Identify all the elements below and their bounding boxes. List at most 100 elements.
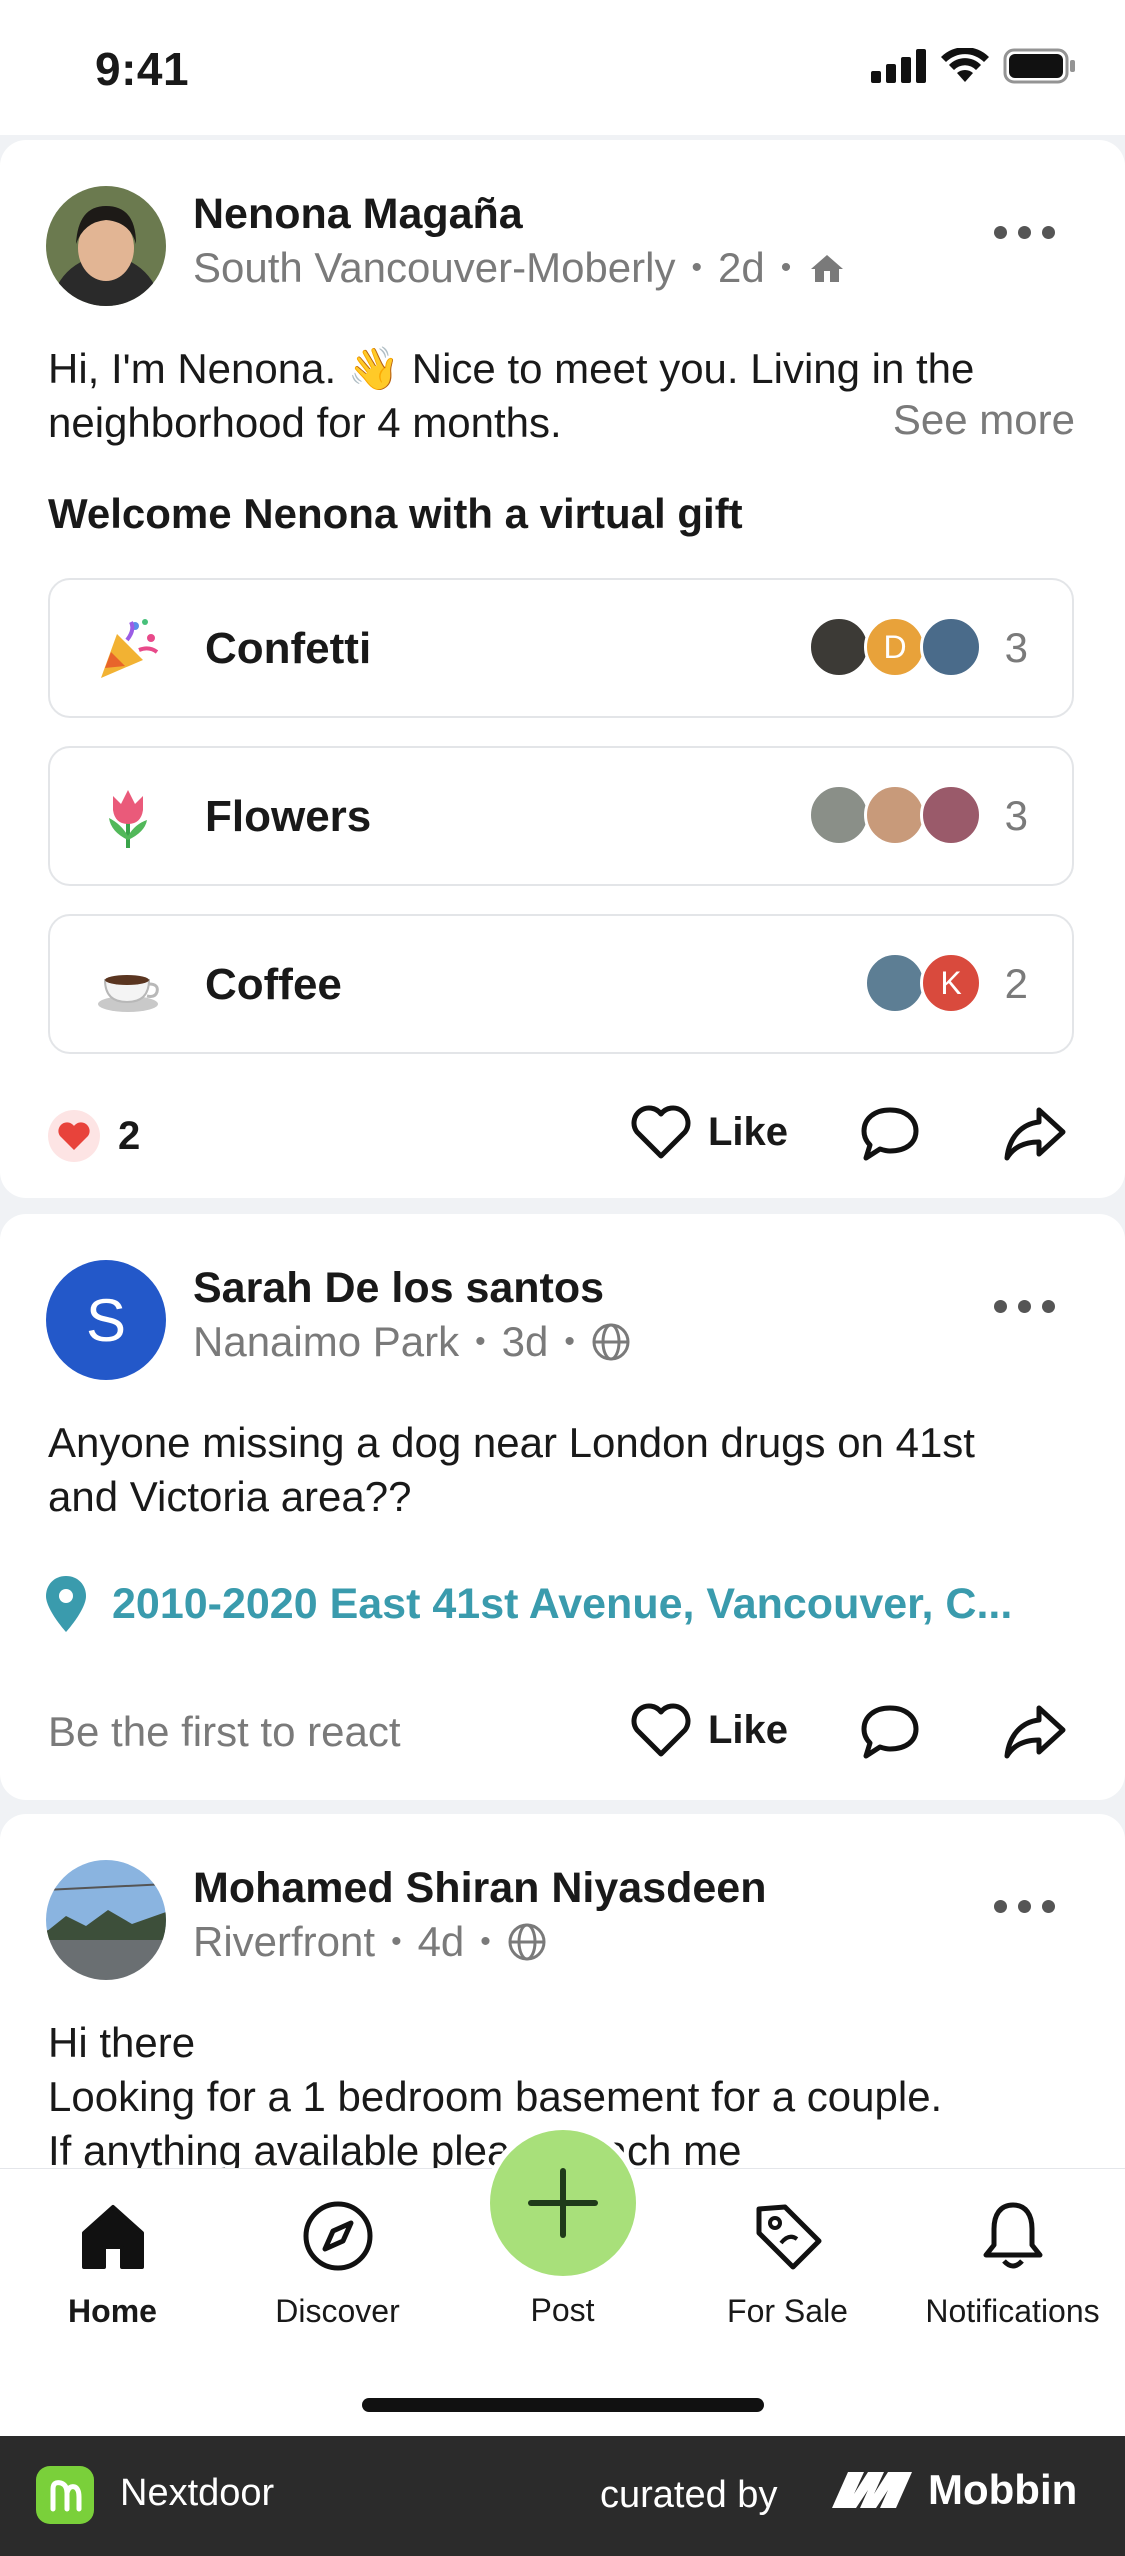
gift-senders: K xyxy=(864,952,982,1014)
tab-label: Home xyxy=(68,2293,157,2329)
gift-senders: D xyxy=(808,616,982,678)
separator-dot: • xyxy=(391,1925,402,1958)
more-options-button[interactable] xyxy=(994,1900,1055,1913)
footer-curated: curated by xyxy=(600,2474,778,2516)
home-icon xyxy=(82,2205,144,2269)
gift-senders xyxy=(808,784,982,846)
nextdoor-logo xyxy=(36,2466,94,2524)
sender-avatar: K xyxy=(920,952,982,1014)
cellular-signal-icon xyxy=(871,49,926,83)
author-name[interactable]: Mohamed Shiran Niyasdeen xyxy=(193,1864,767,1913)
post-body-line: Hi there xyxy=(48,2019,196,2066)
share-button[interactable] xyxy=(1003,1702,1067,1767)
first-react-prompt: Be the first to react xyxy=(48,1708,401,1755)
gift-option-confetti[interactable]: Confetti D 3 xyxy=(48,578,1074,718)
post-age: 3d xyxy=(501,1318,549,1365)
sender-avatar: D xyxy=(864,616,926,678)
post-body-line: and Victoria area?? xyxy=(48,1473,412,1520)
author-avatar[interactable] xyxy=(46,186,166,306)
neighborhood-visibility-icon xyxy=(811,255,844,282)
neighborhood[interactable]: Riverfront xyxy=(193,1918,375,1966)
reaction-count: 2 xyxy=(118,1113,141,1158)
heart-outline-icon xyxy=(631,1703,691,1757)
separator-dot: • xyxy=(480,1925,491,1958)
gift-count: 2 xyxy=(1004,960,1028,1007)
share-arrow-icon xyxy=(1004,1107,1066,1161)
post-body-line: Hi, I'm Nenona. 👋 Nice to meet you. Livi… xyxy=(48,345,975,392)
sender-avatar xyxy=(808,616,870,678)
globe-icon xyxy=(508,1923,546,1961)
compass-icon xyxy=(303,2201,373,2271)
home-indicator xyxy=(362,2398,764,2412)
separator-dot: • xyxy=(780,251,792,284)
share-arrow-icon xyxy=(1004,1705,1066,1759)
tab-discover[interactable]: Discover xyxy=(225,2169,450,2369)
tab-label: Discover xyxy=(275,2293,400,2329)
attribution-footer: Nextdoor curated by Mobbin xyxy=(0,2436,1125,2556)
sender-avatar xyxy=(864,952,926,1014)
post-button[interactable] xyxy=(490,2130,636,2276)
sender-avatar xyxy=(920,616,982,678)
party-popper-icon xyxy=(101,619,159,678)
wifi-icon xyxy=(941,48,989,82)
post-meta: Nanaimo Park • 3d • xyxy=(193,1318,631,1366)
gift-label: Flowers xyxy=(205,792,372,841)
tab-home[interactable]: Home xyxy=(0,2169,225,2369)
location-pin-icon xyxy=(46,1576,86,1632)
tab-notifications[interactable]: Notifications xyxy=(900,2169,1125,2369)
comment-bubble-icon xyxy=(861,1107,919,1161)
bell-icon xyxy=(983,2202,1043,2269)
gift-label: Coffee xyxy=(205,960,342,1009)
like-button[interactable]: Like xyxy=(630,1702,788,1758)
location-link[interactable]: 2010-2020 East 41st Avenue, Vancouver, C… xyxy=(44,1574,1012,1634)
like-label: Like xyxy=(708,1707,789,1752)
more-options-button[interactable] xyxy=(994,226,1055,239)
gift-label: Confetti xyxy=(205,624,372,673)
coffee-cup-icon xyxy=(98,975,159,1012)
post-card: S Sarah De los santos Nanaimo Park • 3d … xyxy=(0,1214,1125,1800)
status-bar: 9:41 xyxy=(0,0,1125,135)
see-more-link[interactable]: See more xyxy=(893,396,1075,444)
gift-section-title: Welcome Nenona with a virtual gift xyxy=(48,490,743,537)
comment-button[interactable] xyxy=(858,1702,922,1767)
mobbin-wordmark: Mobbin xyxy=(928,2466,1078,2513)
author-avatar[interactable]: S xyxy=(46,1260,166,1380)
gift-option-coffee[interactable]: Coffee K 2 xyxy=(48,914,1074,1054)
status-time: 9:41 xyxy=(95,43,190,95)
more-options-button[interactable] xyxy=(994,1300,1055,1313)
sender-avatar xyxy=(920,784,982,846)
neighborhood[interactable]: South Vancouver-Moberly xyxy=(193,244,675,292)
sender-avatar xyxy=(808,784,870,846)
separator-dot: • xyxy=(564,1325,575,1358)
comment-bubble-icon xyxy=(861,1705,919,1759)
heart-reaction-icon xyxy=(48,1110,100,1162)
share-button[interactable] xyxy=(1003,1104,1067,1169)
neighborhood[interactable]: Nanaimo Park xyxy=(193,1318,459,1366)
gift-option-flowers[interactable]: Flowers 3 xyxy=(48,746,1074,886)
like-button[interactable]: Like xyxy=(630,1104,788,1160)
author-name[interactable]: Nenona Magaña xyxy=(193,190,523,239)
status-icons xyxy=(871,48,1077,84)
gift-count: 3 xyxy=(1004,792,1028,839)
separator-dot: • xyxy=(691,251,702,284)
tab-for-sale[interactable]: For Sale xyxy=(675,2169,900,2369)
author-name[interactable]: Sarah De los santos xyxy=(193,1264,604,1313)
like-label: Like xyxy=(708,1109,789,1154)
post-card: Nenona Magaña South Vancouver-Moberly • … xyxy=(0,140,1125,1198)
tab-label: Notifications xyxy=(925,2293,1100,2329)
post-action-bar: 2 Like xyxy=(0,1090,1125,1180)
mobbin-logo: Mobbin xyxy=(830,2466,1077,2514)
tulip-icon xyxy=(109,790,147,848)
globe-icon xyxy=(592,1323,630,1361)
reaction-summary[interactable]: 2 xyxy=(48,1110,140,1162)
avatar-initial: S xyxy=(85,1286,127,1354)
comment-button[interactable] xyxy=(858,1104,922,1169)
post-body-line: Anyone missing a dog near London drugs o… xyxy=(48,1419,975,1466)
sender-avatar xyxy=(864,784,926,846)
post-body-line: Looking for a 1 bedroom basement for a c… xyxy=(48,2073,943,2120)
post-button-label: Post xyxy=(530,2292,595,2328)
post-meta: Riverfront • 4d • xyxy=(193,1918,547,1966)
author-avatar[interactable] xyxy=(46,1860,166,1980)
post-meta: South Vancouver-Moberly • 2d • xyxy=(193,244,847,292)
footer-brand: Nextdoor xyxy=(120,2472,275,2514)
